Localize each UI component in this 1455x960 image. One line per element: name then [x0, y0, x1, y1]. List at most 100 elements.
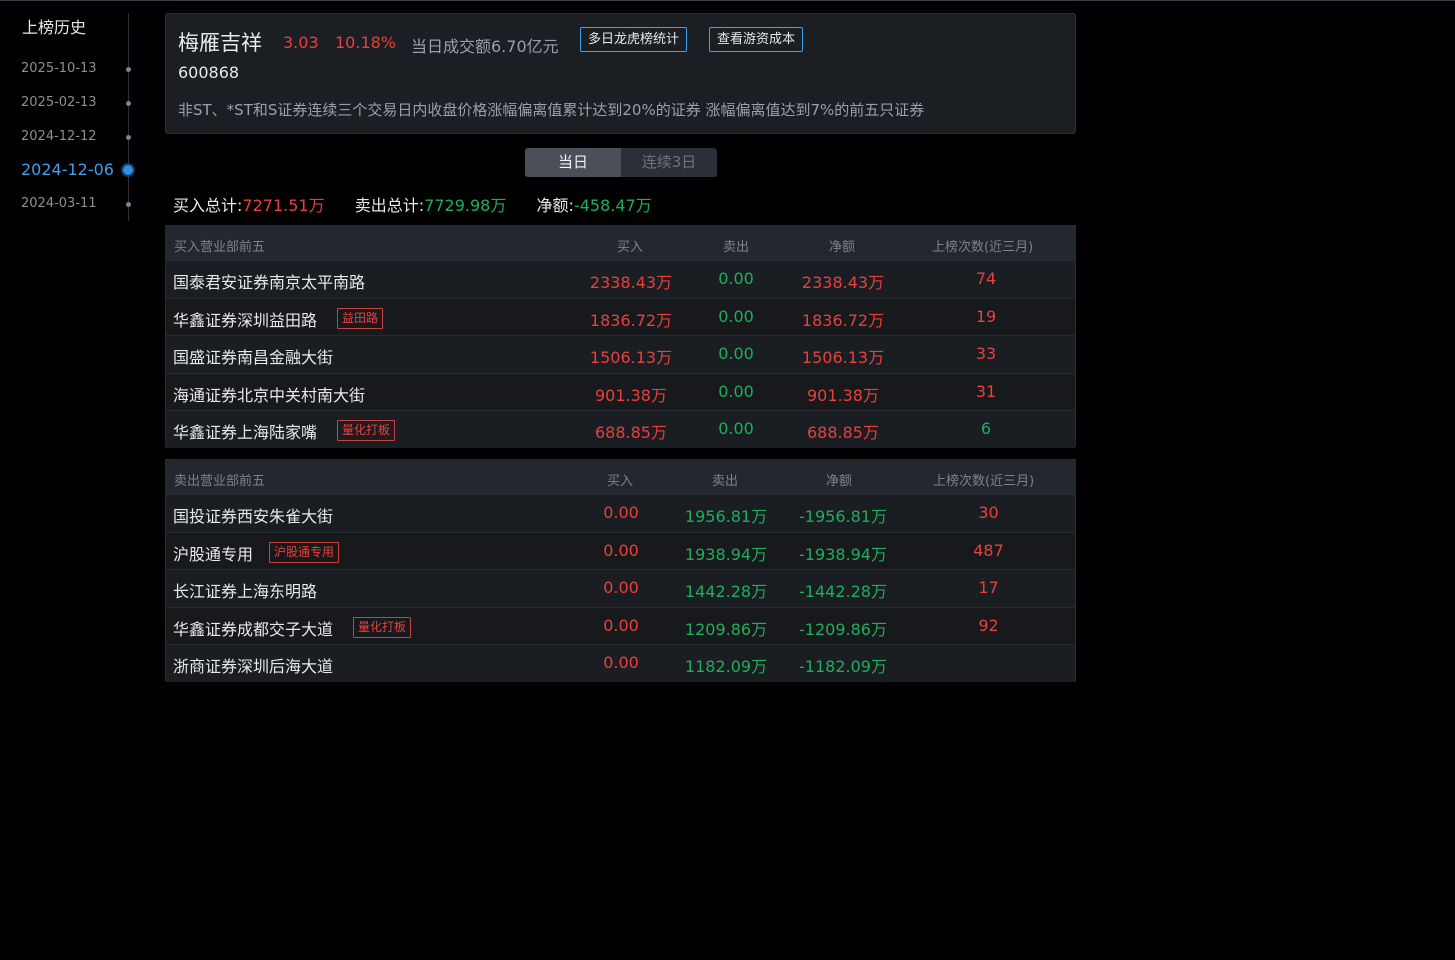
timeline-dot-icon — [126, 135, 131, 140]
multi-day-stats-button[interactable]: 多日龙虎榜统计 — [580, 27, 688, 52]
buy-total-label: 买入总计: — [173, 196, 243, 215]
col-sell: 卖出 — [712, 474, 739, 489]
table-row[interactable]: 长江证券上海东明路 0.00 1442.28万 -1442.28万 17 — [166, 569, 1075, 607]
list-count: 31 — [975, 381, 997, 401]
buy-table: 买入营业部前五 买入 卖出 净额 上榜次数(近三月) 国泰君安证券南京太平南路 … — [165, 225, 1076, 448]
branch-name: 华鑫证券成都交子大道 — [173, 619, 334, 639]
table-row[interactable]: 华鑫证券成都交子大道 量化打板 0.00 1209.86万 -1209.86万 … — [166, 606, 1075, 644]
sell-amount: 1956.81万 — [684, 507, 768, 526]
history-date: 2024-12-06 — [21, 160, 114, 179]
table-row[interactable]: 华鑫证券上海陆家嘴 量化打板 688.85万 0.00 688.85万 6 — [166, 410, 1075, 448]
net-amount: 1506.13万 — [801, 348, 885, 367]
net-amount: 2338.43万 — [801, 273, 885, 292]
col-net: 净额 — [829, 240, 856, 255]
branch-tag[interactable]: 量化打板 — [353, 616, 412, 638]
history-date: 2024-03-11 — [21, 196, 97, 211]
col-buy-branch: 买入营业部前五 — [174, 240, 266, 255]
tab-today[interactable]: 当日 — [525, 148, 621, 177]
branch-name: 海通证券北京中关村南大街 — [173, 385, 366, 405]
sidebar-title: 上榜历史 — [22, 18, 87, 37]
branch-name: 长江证券上海东明路 — [173, 582, 318, 601]
list-count: 487 — [973, 540, 1004, 560]
branch-name: 国投证券西安朱雀大街 — [173, 507, 334, 526]
sell-table: 卖出营业部前五 买入 卖出 净额 上榜次数(近三月) 国投证券西安朱雀大街 0.… — [165, 459, 1076, 682]
list-count: 6 — [980, 419, 992, 438]
table-header: 卖出营业部前五 买入 卖出 净额 上榜次数(近三月) — [166, 460, 1075, 494]
timeline-dot-icon — [126, 67, 131, 72]
view-cost-button[interactable]: 查看游资成本 — [709, 27, 804, 52]
stock-code: 600868 — [178, 63, 240, 82]
branch-name: 华鑫证券上海陆家嘴 — [173, 423, 318, 442]
sell-amount: 1442.28万 — [684, 582, 768, 601]
net-amount: 1836.72万 — [801, 310, 885, 330]
sell-amount: 1209.86万 — [684, 619, 768, 639]
branch-name: 华鑫证券深圳益田路 — [173, 310, 318, 330]
table-row[interactable]: 国投证券西安朱雀大街 0.00 1956.81万 -1956.81万 30 — [166, 494, 1075, 532]
branch-name: 浙商证券深圳后海大道 — [173, 657, 334, 676]
branch-name: 国泰君安证券南京太平南路 — [173, 273, 366, 292]
branch-name: 国盛证券南昌金融大街 — [173, 348, 334, 367]
net-total-label: 净额: — [536, 196, 574, 215]
history-item-2024-12-06[interactable]: 2024-12-06 — [21, 159, 136, 183]
tab-three-days[interactable]: 连续3日 — [621, 148, 717, 177]
history-date: 2025-10-13 — [21, 61, 97, 76]
timeline-active-dot-icon — [123, 165, 133, 175]
net-amount: -1182.09万 — [799, 657, 887, 676]
net-amount: 688.85万 — [807, 423, 879, 442]
history-date: 2025-02-13 — [21, 95, 97, 110]
col-sell: 卖出 — [723, 240, 750, 255]
col-buy: 买入 — [617, 240, 644, 255]
branch-tag[interactable]: 沪股通专用 — [269, 541, 340, 563]
listing-reason: 非ST、*ST和S证券连续三个交易日内收盘价格涨幅偏离值累计达到20%的证券 涨… — [178, 101, 925, 119]
stock-price: 3.03 — [283, 33, 319, 52]
sell-total-label: 卖出总计: — [354, 196, 425, 215]
sell-total-value: 7729.98万 — [424, 196, 507, 215]
history-item-2025-02-13[interactable]: 2025-02-13 — [21, 92, 136, 116]
net-amount: -1442.28万 — [799, 582, 887, 601]
table-row[interactable]: 国泰君安证券南京太平南路 2338.43万 0.00 2338.43万 74 — [166, 260, 1075, 298]
top-border — [0, 0, 1455, 1]
table-row[interactable]: 海通证券北京中关村南大街 901.38万 0.00 901.38万 31 — [166, 372, 1075, 410]
net-amount: -1938.94万 — [799, 544, 887, 564]
timeline-dot-icon — [126, 101, 131, 106]
col-sell-branch: 卖出营业部前五 — [174, 474, 266, 489]
list-count: 74 — [975, 269, 997, 288]
table-header: 买入营业部前五 买入 卖出 净额 上榜次数(近三月) — [166, 226, 1075, 260]
timeline-dot-icon — [126, 202, 131, 207]
net-total-value: -458.47万 — [573, 196, 652, 215]
list-count: 19 — [975, 306, 997, 326]
totals-summary: 买入总计:7271.51万 卖出总计:7729.98万 净额:-458.47万 — [173, 192, 652, 216]
branch-tag[interactable]: 量化打板 — [337, 420, 396, 441]
list-count: 30 — [978, 503, 999, 522]
list-count: 33 — [975, 344, 997, 363]
stock-header-card: 梅雁吉祥 3.03 10.18% 当日成交额6.70亿元 多日龙虎榜统计 查看游… — [165, 13, 1076, 134]
list-count: 92 — [978, 615, 999, 635]
col-net: 净额 — [826, 474, 853, 489]
timeline-line — [128, 13, 129, 221]
branch-tag[interactable]: 益田路 — [337, 307, 384, 329]
net-amount: 901.38万 — [807, 385, 879, 405]
stock-change-pct: 10.18% — [335, 33, 397, 52]
table-row[interactable]: 国盛证券南昌金融大街 1506.13万 0.00 1506.13万 33 — [166, 335, 1075, 373]
table-row[interactable]: 浙商证券深圳后海大道 0.00 1182.09万 -1182.09万 — [166, 644, 1075, 682]
history-sidebar: 上榜历史 2025-10-13 2025-02-13 2024-12-12 20… — [0, 0, 160, 960]
history-date: 2024-12-12 — [21, 129, 97, 144]
period-toggle: 当日 连续3日 — [525, 148, 717, 177]
col-count: 上榜次数(近三月) — [932, 240, 1034, 255]
list-count: 17 — [978, 578, 999, 597]
history-item-2025-10-13[interactable]: 2025-10-13 — [21, 58, 136, 82]
col-buy: 买入 — [607, 474, 634, 489]
table-row[interactable]: 沪股通专用 沪股通专用 0.00 1938.94万 -1938.94万 487 — [166, 531, 1075, 569]
buy-total-value: 7271.51万 — [242, 196, 325, 215]
table-row[interactable]: 华鑫证券深圳益田路 益田路 1836.72万 0.00 1836.72万 19 — [166, 297, 1075, 335]
history-item-2024-03-11[interactable]: 2024-03-11 — [21, 193, 136, 217]
sell-amount: 1182.09万 — [684, 657, 768, 676]
net-amount: -1209.86万 — [799, 619, 887, 639]
turnover-text: 当日成交额6.70亿元 — [411, 37, 559, 56]
sell-amount: 1938.94万 — [684, 544, 768, 564]
history-item-2024-12-12[interactable]: 2024-12-12 — [21, 126, 136, 150]
net-amount: -1956.81万 — [799, 507, 887, 526]
col-count: 上榜次数(近三月) — [933, 474, 1035, 489]
stock-name: 梅雁吉祥 — [178, 31, 262, 55]
branch-name: 沪股通专用 — [173, 544, 254, 564]
